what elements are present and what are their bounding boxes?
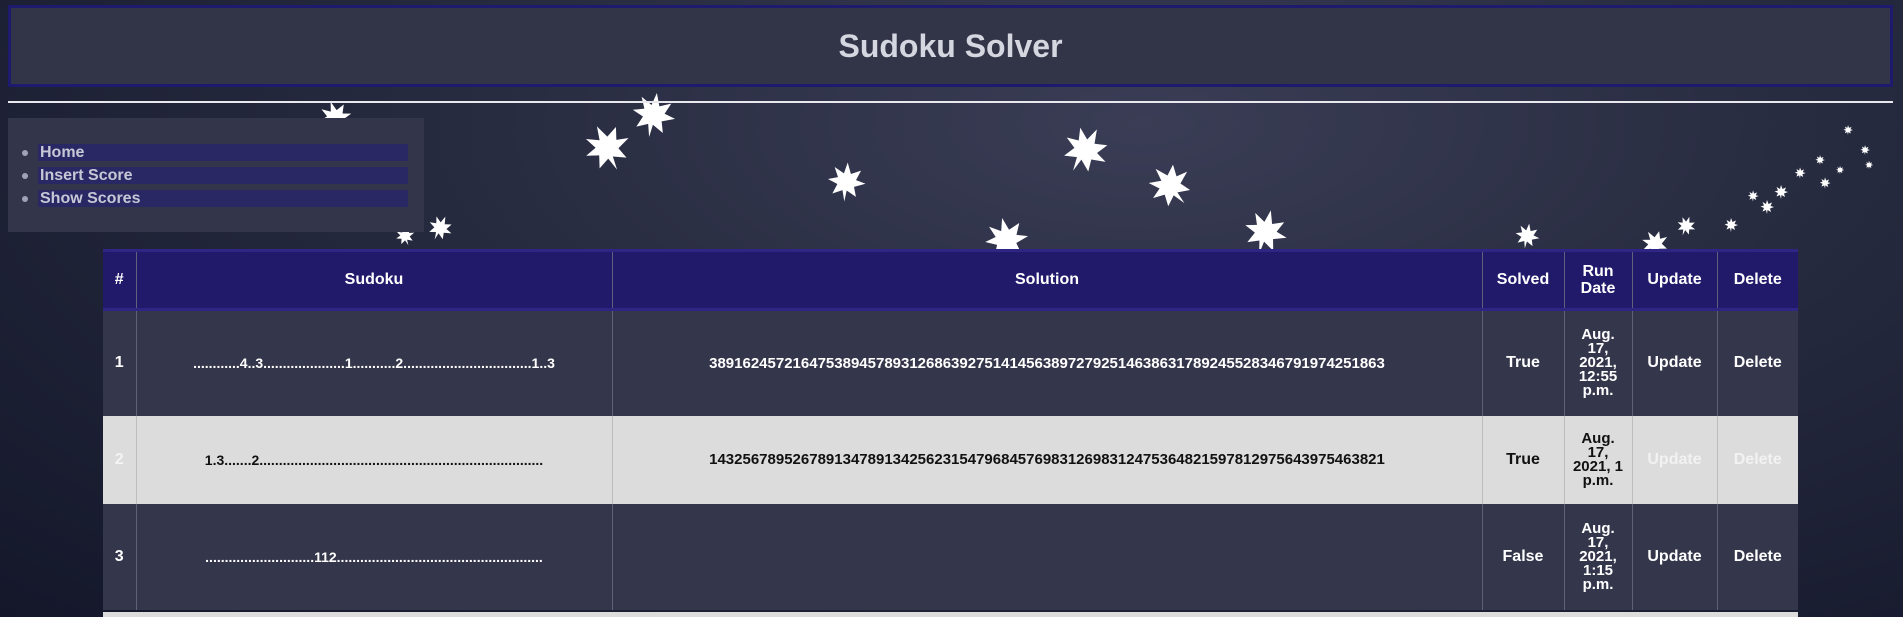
- sudoku-cell: ............................112.........…: [136, 503, 613, 610]
- column-header-update: Update: [1632, 249, 1718, 311]
- row-index: 1: [103, 309, 137, 416]
- solution-cell: 3891624572164753894578931268639275141456…: [612, 309, 1483, 416]
- bullet-icon: [22, 172, 28, 179]
- scores-table: # Sudoku Solution Solved Run Date Update…: [103, 249, 1798, 610]
- sudoku-cell: ............4..3.....................1..…: [136, 309, 613, 416]
- run-date-cell: Aug. 17, 2021, 1:15 p.m.: [1564, 503, 1633, 610]
- delete-link[interactable]: Delete: [1717, 416, 1798, 504]
- sudoku-cell: 1.3.......2.............................…: [136, 415, 613, 504]
- page-title: Sudoku Solver: [838, 27, 1063, 64]
- run-date-cell: Aug. 17, 2021, 1 p.m.: [1564, 415, 1633, 504]
- table-row: 1 ............4..3.....................1…: [103, 309, 1798, 416]
- page-header: Sudoku Solver: [8, 5, 1893, 87]
- row-index: 3: [103, 503, 137, 610]
- solution-cell: [612, 503, 1483, 610]
- update-link[interactable]: Update: [1632, 503, 1718, 610]
- next-row-edge: [103, 612, 1798, 617]
- column-header-solution: Solution: [612, 249, 1483, 311]
- nav-link-insert-score[interactable]: Insert Score: [38, 167, 408, 184]
- bullet-icon: [22, 195, 28, 202]
- delete-link[interactable]: Delete: [1717, 310, 1798, 416]
- solved-cell: True: [1482, 309, 1565, 416]
- nav-item-insert-score: Insert Score: [14, 164, 424, 187]
- bullet-icon: [22, 149, 28, 156]
- column-header-index: #: [103, 249, 137, 311]
- nav-item-show-scores: Show Scores: [14, 187, 424, 210]
- header-divider: [8, 101, 1893, 103]
- nav-link-home[interactable]: Home: [38, 144, 408, 161]
- nav-link-show-scores[interactable]: Show Scores: [38, 190, 408, 207]
- table-header-row: # Sudoku Solution Solved Run Date Update…: [103, 249, 1798, 311]
- solved-cell: True: [1482, 415, 1565, 504]
- column-header-run-date: Run Date: [1564, 249, 1633, 311]
- column-header-solved: Solved: [1482, 249, 1565, 311]
- table-row: 2 1.3.......2...........................…: [103, 415, 1798, 504]
- nav-item-home: Home: [14, 141, 424, 164]
- update-link[interactable]: Update: [1632, 415, 1718, 504]
- column-header-delete: Delete: [1717, 249, 1798, 311]
- update-link[interactable]: Update: [1632, 309, 1718, 416]
- delete-link[interactable]: Delete: [1717, 504, 1798, 610]
- solved-cell: False: [1482, 503, 1565, 610]
- sidebar-nav: Home Insert Score Show Scores: [8, 118, 424, 232]
- run-date-cell: Aug. 17, 2021, 12:55 p.m.: [1564, 309, 1633, 416]
- table-row: 3 ............................112.......…: [103, 503, 1798, 610]
- row-index: 2: [103, 415, 137, 504]
- column-header-sudoku: Sudoku: [136, 249, 613, 311]
- solution-cell: 1432567895267891347891342562315479684576…: [612, 415, 1483, 504]
